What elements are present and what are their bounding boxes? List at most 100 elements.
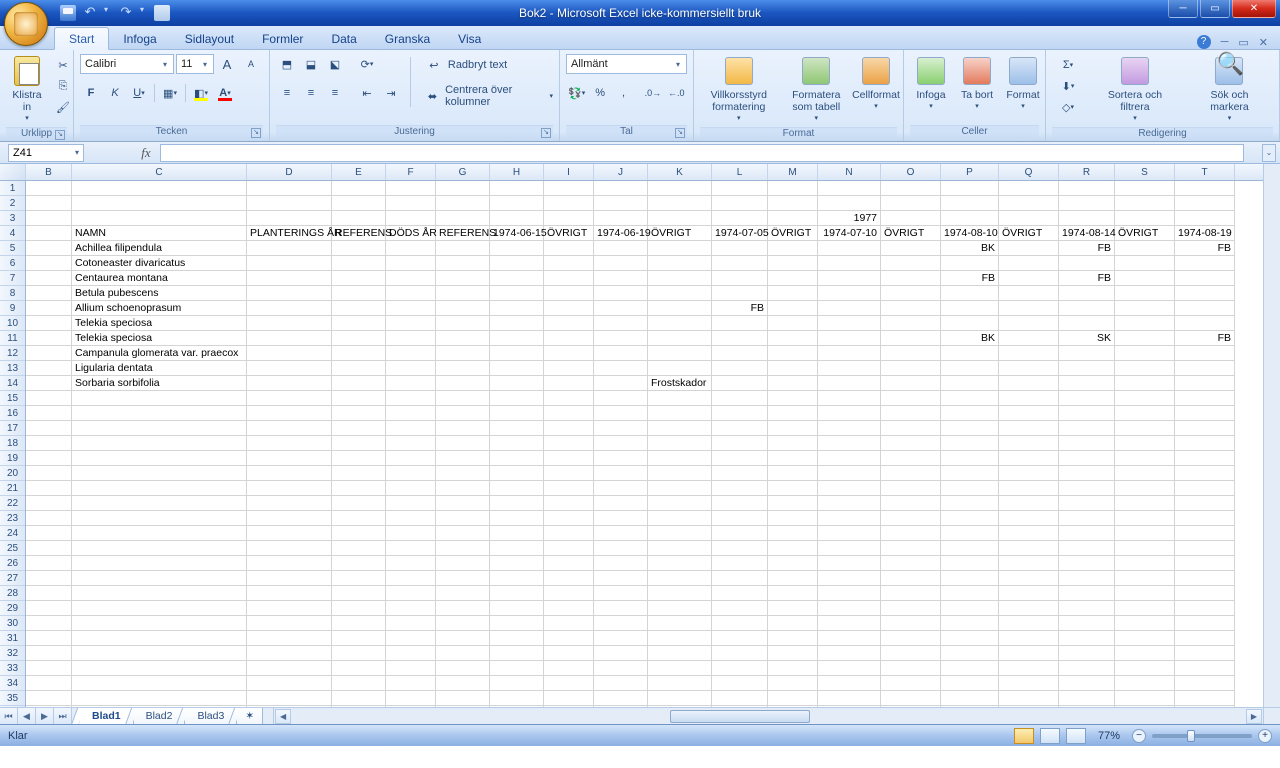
cell[interactable]: BK — [941, 241, 999, 256]
cell[interactable] — [544, 436, 594, 451]
cell[interactable] — [594, 391, 648, 406]
cell[interactable] — [72, 571, 247, 586]
row-header-16[interactable]: 16 — [0, 406, 25, 421]
cell[interactable] — [1175, 421, 1235, 436]
cell[interactable] — [26, 556, 72, 571]
row-header-24[interactable]: 24 — [0, 526, 25, 541]
cell[interactable] — [544, 196, 594, 211]
cell[interactable] — [941, 616, 999, 631]
cell[interactable] — [999, 631, 1059, 646]
cell[interactable] — [768, 331, 818, 346]
cell[interactable] — [544, 541, 594, 556]
cell[interactable] — [544, 406, 594, 421]
cell[interactable] — [712, 556, 768, 571]
cell[interactable] — [712, 211, 768, 226]
cell[interactable]: REFERENS — [332, 226, 386, 241]
cell[interactable] — [594, 376, 648, 391]
cell[interactable] — [26, 406, 72, 421]
cell[interactable] — [818, 541, 881, 556]
col-header-T[interactable]: T — [1175, 164, 1235, 180]
cell[interactable] — [332, 361, 386, 376]
align-left-icon[interactable]: ≡ — [276, 83, 298, 103]
cell[interactable] — [247, 691, 332, 706]
cell[interactable] — [26, 361, 72, 376]
cell[interactable] — [1115, 196, 1175, 211]
tab-granska[interactable]: Granska — [371, 28, 444, 49]
cell[interactable]: FB — [941, 271, 999, 286]
cell[interactable] — [999, 271, 1059, 286]
cell[interactable]: ÖVRIGT — [881, 226, 941, 241]
cell[interactable] — [1115, 286, 1175, 301]
cell[interactable] — [247, 271, 332, 286]
cell[interactable] — [712, 631, 768, 646]
col-header-G[interactable]: G — [436, 164, 490, 180]
cell[interactable] — [247, 406, 332, 421]
cell[interactable] — [386, 511, 436, 526]
cell[interactable] — [386, 181, 436, 196]
scroll-left-icon[interactable]: ◀ — [275, 709, 291, 724]
cell[interactable] — [881, 406, 941, 421]
cell[interactable]: Frostskador — [648, 376, 712, 391]
cell[interactable] — [941, 361, 999, 376]
cell[interactable] — [648, 331, 712, 346]
cell[interactable] — [1175, 661, 1235, 676]
cell[interactable] — [26, 181, 72, 196]
cell[interactable] — [648, 316, 712, 331]
cell[interactable] — [1115, 631, 1175, 646]
cell[interactable] — [436, 286, 490, 301]
cell[interactable] — [941, 526, 999, 541]
cell[interactable] — [1059, 586, 1115, 601]
cell[interactable] — [818, 556, 881, 571]
cell[interactable] — [247, 391, 332, 406]
cell[interactable] — [881, 271, 941, 286]
cell[interactable] — [332, 556, 386, 571]
cell[interactable] — [26, 571, 72, 586]
cell[interactable] — [768, 676, 818, 691]
cell[interactable] — [594, 631, 648, 646]
cell[interactable] — [1175, 646, 1235, 661]
cell[interactable] — [544, 601, 594, 616]
cell[interactable] — [712, 676, 768, 691]
cell[interactable]: 1974-08-14 — [1059, 226, 1115, 241]
cell[interactable] — [594, 511, 648, 526]
row-header-18[interactable]: 18 — [0, 436, 25, 451]
maximize-button[interactable]: ▭ — [1200, 0, 1230, 18]
cell[interactable] — [818, 421, 881, 436]
cell[interactable] — [999, 571, 1059, 586]
cell[interactable] — [436, 391, 490, 406]
cell[interactable]: Centaurea montana — [72, 271, 247, 286]
cell[interactable] — [1059, 376, 1115, 391]
scroll-right-icon[interactable]: ▶ — [1246, 709, 1262, 724]
cell[interactable] — [941, 661, 999, 676]
cell[interactable] — [818, 481, 881, 496]
cell[interactable] — [490, 301, 544, 316]
cell[interactable] — [386, 571, 436, 586]
cell[interactable] — [1115, 241, 1175, 256]
cell[interactable] — [544, 676, 594, 691]
cell[interactable] — [594, 406, 648, 421]
cell[interactable] — [26, 496, 72, 511]
cell[interactable] — [1059, 616, 1115, 631]
cell[interactable] — [881, 376, 941, 391]
cell[interactable] — [490, 526, 544, 541]
cell[interactable] — [544, 616, 594, 631]
vertical-scrollbar[interactable] — [1263, 164, 1280, 707]
cell[interactable] — [881, 256, 941, 271]
cell[interactable] — [26, 316, 72, 331]
cell[interactable] — [1175, 316, 1235, 331]
cell[interactable] — [247, 586, 332, 601]
row-header-2[interactable]: 2 — [0, 196, 25, 211]
cell[interactable] — [490, 661, 544, 676]
cell[interactable] — [999, 241, 1059, 256]
cell[interactable] — [768, 466, 818, 481]
cell[interactable] — [332, 316, 386, 331]
cell[interactable] — [332, 481, 386, 496]
cell[interactable] — [490, 631, 544, 646]
cell[interactable] — [1059, 406, 1115, 421]
cell[interactable] — [544, 241, 594, 256]
cell[interactable] — [881, 361, 941, 376]
row-header-21[interactable]: 21 — [0, 481, 25, 496]
col-header-H[interactable]: H — [490, 164, 544, 180]
cell[interactable] — [712, 511, 768, 526]
cell[interactable] — [1115, 661, 1175, 676]
